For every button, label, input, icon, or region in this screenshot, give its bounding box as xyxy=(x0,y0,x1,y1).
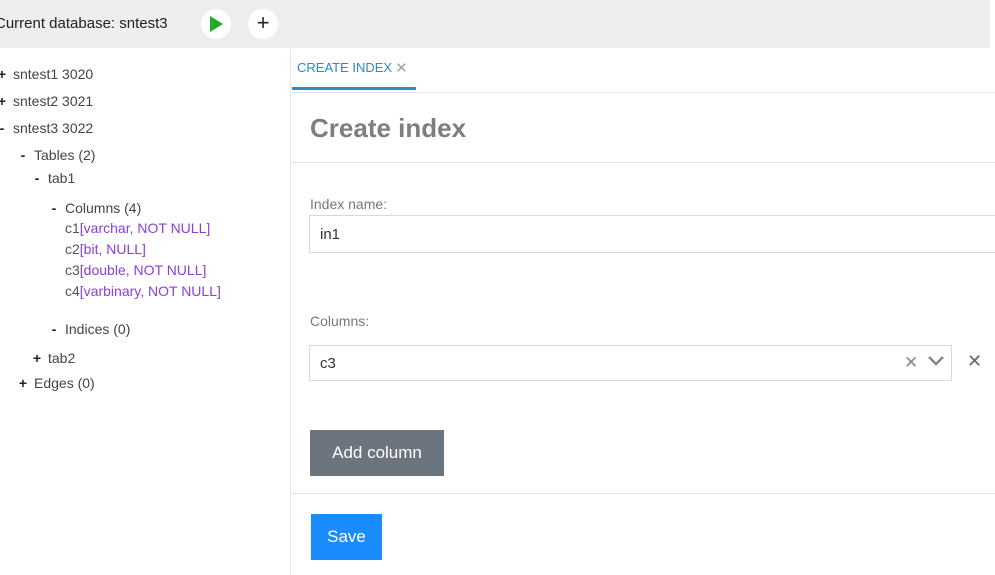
column-type: [bit, NULL] xyxy=(79,241,146,257)
tab-label: CREATE INDEX xyxy=(297,60,393,75)
save-button[interactable]: Save xyxy=(311,514,382,560)
tree-node-label: Columns (4) xyxy=(65,200,142,216)
tree-node-label: tab2 xyxy=(48,350,76,366)
chevron-down-icon[interactable] xyxy=(927,354,945,368)
tree-node-tab2[interactable]: + tab2 xyxy=(31,348,75,368)
tree-node-tab1[interactable]: - tab1 xyxy=(31,168,76,188)
panel-divider xyxy=(290,48,291,575)
collapse-icon[interactable]: - xyxy=(0,120,8,136)
expand-icon[interactable]: + xyxy=(31,350,43,366)
tab-bar-divider xyxy=(292,92,995,93)
column-type: [varbinary, NOT NULL] xyxy=(79,283,221,299)
tree-node-columns[interactable]: - Columns (4) xyxy=(48,198,142,218)
tree-node-indices[interactable]: - Indices (0) xyxy=(48,319,131,339)
tree-column-c2[interactable]: c2 [bit, NULL] xyxy=(65,239,146,259)
page-title: Create index xyxy=(310,113,467,143)
column-select[interactable]: c3 ✕ xyxy=(309,345,952,381)
collapse-icon[interactable]: - xyxy=(48,200,60,216)
columns-label: Columns: xyxy=(310,313,370,329)
run-button[interactable] xyxy=(201,9,231,39)
collapse-icon[interactable]: - xyxy=(48,321,60,337)
column-name: c2 xyxy=(65,241,80,257)
tree-column-c1[interactable]: c1 [varchar, NOT NULL] xyxy=(65,218,210,238)
divider xyxy=(292,493,995,494)
close-icon[interactable]: ✕ xyxy=(395,59,408,77)
tab-create-index[interactable]: CREATE INDEX ✕ xyxy=(292,48,416,90)
tree-node-edges[interactable]: + Edges (0) xyxy=(17,373,95,393)
index-name-label: Index name: xyxy=(310,196,388,212)
column-type: [double, NOT NULL] xyxy=(79,262,207,278)
tree-column-c4[interactable]: c4 [varbinary, NOT NULL] xyxy=(65,281,221,301)
index-name-input[interactable] xyxy=(309,215,995,253)
clear-icon[interactable]: ✕ xyxy=(904,353,918,373)
tree-node-label: sntest2 3021 xyxy=(13,93,94,109)
column-name: c1 xyxy=(65,220,80,236)
column-select-value: c3 xyxy=(320,355,336,372)
tree-node-label: tab1 xyxy=(48,170,76,186)
column-name: c4 xyxy=(65,283,80,299)
current-database-label: Current database: sntest3 xyxy=(0,15,168,32)
tree-node-sntest1[interactable]: + sntest1 3020 xyxy=(0,64,93,84)
tree-node-sntest2[interactable]: + sntest2 3021 xyxy=(0,91,93,111)
top-toolbar: Current database: sntest3 + xyxy=(0,0,990,48)
add-column-button[interactable]: Add column xyxy=(310,430,444,476)
tree-node-sntest3[interactable]: - sntest3 3022 xyxy=(0,118,93,138)
tree-node-label: sntest1 3020 xyxy=(13,66,94,82)
collapse-icon[interactable]: - xyxy=(17,147,29,163)
tree-node-label: Indices (0) xyxy=(65,321,131,337)
expand-icon[interactable]: + xyxy=(17,375,29,391)
collapse-icon[interactable]: - xyxy=(31,170,43,186)
play-icon xyxy=(210,16,223,32)
expand-icon[interactable]: + xyxy=(0,93,8,109)
tree-column-c3[interactable]: c3 [double, NOT NULL] xyxy=(65,260,206,280)
divider xyxy=(292,162,995,163)
column-name: c3 xyxy=(65,262,80,278)
tree-node-tables[interactable]: - Tables (2) xyxy=(17,145,96,165)
tree-node-label: Tables (2) xyxy=(34,147,96,163)
column-type: [varchar, NOT NULL] xyxy=(79,220,211,236)
add-button[interactable]: + xyxy=(248,9,278,39)
tree-node-label: Edges (0) xyxy=(34,375,95,391)
remove-column-icon[interactable]: ✕ xyxy=(967,351,982,372)
plus-icon: + xyxy=(256,10,270,35)
tree-node-label: sntest3 3022 xyxy=(13,120,94,136)
expand-icon[interactable]: + xyxy=(0,66,8,82)
